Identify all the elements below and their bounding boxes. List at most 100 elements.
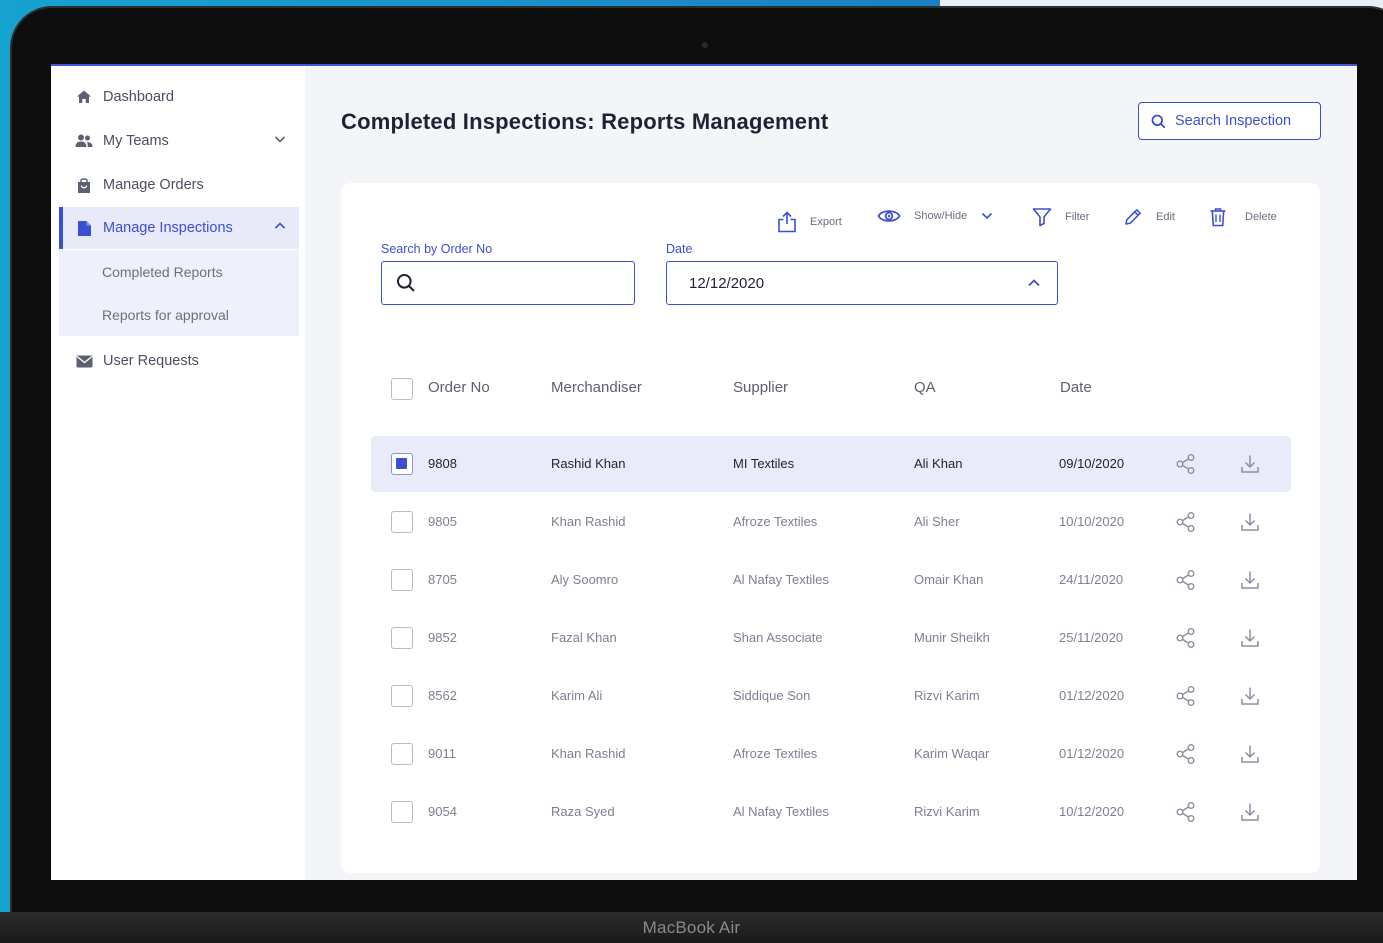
table-row[interactable]: 8562 Karim Ali Siddique Son Rizvi Karim 01/1… (371, 668, 1291, 724)
show-hide-label: Show/Hide (914, 210, 968, 222)
trash-icon (1209, 207, 1227, 227)
column-header-supplier[interactable]: Supplier (733, 379, 788, 396)
table-row[interactable]: 8705 Aly Soomro Al Nafay Textiles Omair Kha… (371, 552, 1291, 608)
search-inspection-button[interactable]: Search Inspection (1138, 102, 1321, 140)
column-header-date[interactable]: Date (1060, 379, 1092, 396)
table-row[interactable]: 9805 Khan Rashid Afroze Textiles Ali Sher 10… (371, 494, 1291, 550)
share-icon[interactable] (1175, 627, 1197, 649)
cell-qa: Ali Khan (914, 456, 963, 471)
mail-icon (75, 352, 93, 370)
share-icon[interactable] (1175, 569, 1197, 591)
column-header-qa[interactable]: QA (914, 379, 936, 396)
delete-button[interactable]: Delete (1209, 207, 1277, 227)
cell-order-no: 9011 (428, 746, 456, 761)
sidebar-item-user-requests[interactable]: User Requests (59, 340, 299, 382)
cell-supplier: Afroze Textiles (733, 746, 818, 761)
export-icon (777, 211, 797, 233)
sidebar-subitem-completed-reports[interactable]: Completed Reports (102, 264, 223, 280)
cell-qa: Omair Khan (914, 572, 984, 587)
download-icon[interactable] (1239, 569, 1261, 591)
cell-qa: Ali Sher (914, 514, 960, 529)
filter-icon (1032, 207, 1052, 227)
share-icon[interactable] (1175, 511, 1197, 533)
cell-order-no: 8562 (428, 688, 457, 703)
download-icon[interactable] (1239, 801, 1261, 823)
search-icon (1151, 114, 1166, 129)
search-inspection-label: Search Inspection (1175, 113, 1292, 129)
document-icon (75, 219, 93, 237)
cell-date: 10/12/2020 (1059, 804, 1125, 819)
filter-button[interactable]: Filter (1032, 207, 1089, 227)
sidebar-item-manage-inspections[interactable]: Manage Inspections (59, 207, 299, 249)
cell-date: 01/12/2020 (1059, 688, 1125, 703)
cell-merchandiser: Khan Rashid (551, 514, 626, 529)
shopping-bag-icon (75, 176, 93, 194)
table-row[interactable]: 9054 Raza Syed Al Nafay Textiles Rizvi Kari… (371, 784, 1291, 840)
cell-date: 10/10/2020 (1059, 514, 1125, 529)
cell-merchandiser: Rashid Khan (551, 456, 626, 471)
column-header-merchandiser[interactable]: Merchandiser (551, 379, 642, 396)
edit-button[interactable]: Edit (1123, 207, 1175, 227)
date-value: 12/12/2020 (689, 274, 765, 292)
select-all-checkbox[interactable] (391, 378, 413, 400)
cell-qa: Munir Sheikh (914, 630, 990, 645)
show-hide-dropdown[interactable]: Show/Hide (877, 207, 993, 225)
row-checkbox[interactable] (391, 627, 413, 649)
table-row[interactable]: 9852 Fazal Khan Shan Associate Munir Sheikh… (371, 610, 1291, 666)
sidebar-subitem-reports-for-approval[interactable]: Reports for approval (102, 307, 229, 323)
order-search-label: Search by Order No (381, 242, 493, 256)
cell-date: 25/11/2020 (1059, 630, 1124, 645)
download-icon[interactable] (1239, 453, 1261, 475)
device-label: MacBook Air (642, 918, 741, 937)
share-icon[interactable] (1175, 801, 1197, 823)
sidebar-item-dashboard[interactable]: Dashboard (59, 76, 299, 118)
sidebar-item-manage-orders[interactable]: Manage Orders (59, 164, 299, 206)
page-title: Completed Inspections: Reports Managemen… (341, 109, 829, 134)
cell-merchandiser: Fazal Khan (551, 630, 617, 645)
chevron-up-icon[interactable] (273, 219, 287, 237)
cell-supplier: Al Nafay Textiles (733, 572, 829, 587)
cell-supplier: Afroze Textiles (733, 514, 818, 529)
row-checkbox[interactable] (391, 453, 413, 475)
row-checkbox[interactable] (391, 801, 413, 823)
share-icon[interactable] (1175, 453, 1197, 475)
sidebar-item-label: My Teams (103, 133, 169, 149)
download-icon[interactable] (1239, 685, 1261, 707)
table-row[interactable]: 9808 Rashid Khan MI Textiles Ali Khan 09/10/… (371, 436, 1291, 492)
cell-merchandiser: Khan Rashid (551, 746, 626, 761)
cell-merchandiser: Raza Syed (551, 804, 615, 819)
manage-inspections-submenu: Completed Reports Reports for approval (59, 250, 299, 336)
users-icon (75, 132, 93, 150)
chevron-down-icon[interactable] (273, 132, 287, 150)
row-checkbox[interactable] (391, 511, 413, 533)
row-checkbox[interactable] (391, 685, 413, 707)
chevron-up-icon (1027, 276, 1041, 290)
share-icon[interactable] (1175, 743, 1197, 765)
sidebar-item-my-teams[interactable]: My Teams (59, 120, 299, 162)
date-select[interactable]: 12/12/2020 (666, 261, 1058, 305)
table-header: Order No Merchandiser Supplier QA Date (341, 373, 1320, 403)
chevron-down-icon (981, 211, 993, 221)
export-button[interactable]: Export (777, 211, 842, 233)
cell-supplier: Al Nafay Textiles (733, 804, 829, 819)
edit-label: Edit (1156, 211, 1175, 223)
download-icon[interactable] (1239, 511, 1261, 533)
row-checkbox[interactable] (391, 743, 413, 765)
cell-supplier: Siddique Son (733, 688, 811, 703)
download-icon[interactable] (1239, 743, 1261, 765)
share-icon[interactable] (1175, 685, 1197, 707)
sidebar-item-label: Manage Orders (103, 177, 204, 193)
column-header-order-no[interactable]: Order No (428, 379, 490, 396)
cell-supplier: Shan Associate (733, 630, 823, 645)
row-checkbox[interactable] (391, 569, 413, 591)
order-search-field[interactable] (381, 261, 635, 305)
table-row[interactable]: 9011 Khan Rashid Afroze Textiles Karim Waqa… (371, 726, 1291, 782)
reports-card: Export Show/Hide Filter Edit Delete Sear… (341, 183, 1320, 873)
cell-order-no: 8705 (428, 572, 457, 587)
cell-qa: Rizvi Karim (914, 804, 980, 819)
cell-date: 01/12/2020 (1059, 746, 1125, 761)
cell-merchandiser: Aly Soomro (551, 572, 619, 587)
eye-icon (877, 207, 901, 225)
download-icon[interactable] (1239, 627, 1261, 649)
order-search-input[interactable] (424, 275, 624, 291)
